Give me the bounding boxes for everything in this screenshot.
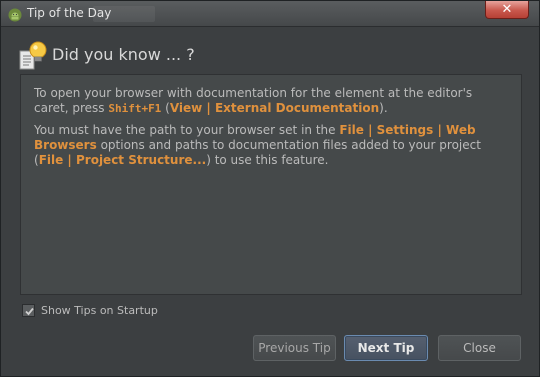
tip-text: ) to use this feature. xyxy=(206,153,329,167)
title-bar-shadow xyxy=(93,6,155,22)
previous-tip-button[interactable]: Previous Tip xyxy=(253,335,336,361)
next-tip-button[interactable]: Next Tip xyxy=(344,335,428,361)
close-window-button[interactable]: ✕ xyxy=(485,1,529,19)
android-icon xyxy=(8,7,22,22)
tip-content-panel: To open your browser with documentation … xyxy=(20,74,522,295)
tip-text: ( xyxy=(161,101,170,115)
tip-of-the-day-dialog: Tip of the Day ✕ Did you know ... ? To o… xyxy=(0,0,540,377)
tip-paragraph-1: To open your browser with documentation … xyxy=(34,86,508,116)
check-icon xyxy=(25,307,34,315)
tip-text: You must have the path to your browser s… xyxy=(34,123,340,137)
header-title: Did you know ... ? xyxy=(52,45,195,64)
show-tips-label[interactable]: Show Tips on Startup xyxy=(41,304,158,317)
shortcut-text: Shift+F1 xyxy=(108,102,162,115)
title-bar[interactable]: Tip of the Day ✕ xyxy=(1,1,539,27)
show-tips-on-startup-row: Show Tips on Startup xyxy=(22,302,158,318)
lightbulb-icon xyxy=(17,39,49,71)
show-tips-checkbox[interactable] xyxy=(22,303,35,317)
close-button[interactable]: Close xyxy=(438,335,521,361)
tip-text: ). xyxy=(379,101,388,115)
tip-paragraph-2: You must have the path to your browser s… xyxy=(34,123,508,168)
close-icon: ✕ xyxy=(501,2,513,17)
menu-path-link[interactable]: View | External Documentation xyxy=(170,101,379,115)
dialog-header: Did you know ... ? xyxy=(17,37,517,71)
menu-path-link[interactable]: File | Project Structure... xyxy=(39,153,207,167)
